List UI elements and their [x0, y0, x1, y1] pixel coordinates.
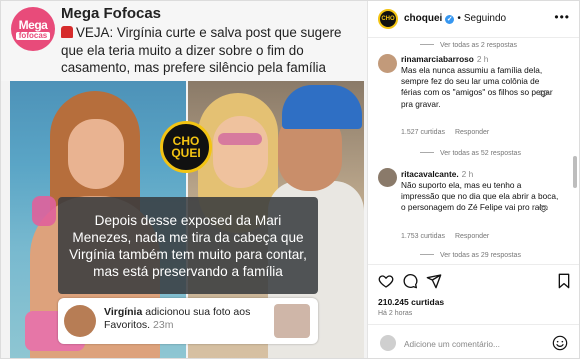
comment-text: Mas ela nunca assumiu a família dela, se…	[401, 65, 553, 109]
comment-avatar[interactable]	[378, 54, 397, 73]
notification-avatar	[64, 305, 96, 337]
view-replies-link[interactable]: Ver todas as 29 respostas	[420, 252, 521, 259]
account-avatar[interactable]: CHO	[378, 9, 398, 29]
add-comment-bar	[368, 324, 579, 358]
headline-text: VEJA: Virgínia curte e salva post que su…	[61, 25, 342, 76]
comment-text: Não suporto ela, mas eu tenho a impressã…	[401, 180, 559, 213]
separator-dot: •	[457, 13, 461, 24]
post-likes-count[interactable]: 210.245 curtidas	[378, 297, 444, 307]
photo-couple-woman-face	[213, 116, 268, 188]
comments-sidebar: CHO choquei ✓ • Seguindo ••• Ver todas as 2…	[367, 1, 579, 358]
comment-like-heart-icon[interactable]	[539, 204, 548, 213]
logo-line-2: fofocas	[15, 31, 51, 40]
view-replies-link[interactable]: Ver todas as 2 respostas	[420, 42, 517, 49]
instagram-post-window: Mega fofocas Mega Fofocas VEJA: Virgínia…	[0, 0, 580, 359]
bookmark-icon[interactable]	[556, 273, 572, 289]
comment-icon[interactable]	[402, 273, 418, 289]
choquei-watermark-logo: CHO QUEI	[160, 121, 212, 173]
account-avatar-label: CHO	[381, 16, 395, 22]
notification-user: Virgínia	[104, 306, 143, 318]
add-comment-input[interactable]	[404, 337, 544, 351]
comment-avatar[interactable]	[378, 168, 397, 187]
brand-name: Mega Fofocas	[61, 5, 162, 22]
comment-username[interactable]: rinamarciabarroso	[401, 54, 474, 64]
comment-header: ritacavalcante. 2 h	[401, 169, 473, 179]
heart-icon[interactable]	[378, 273, 394, 289]
comment-like-heart-icon[interactable]	[539, 89, 548, 98]
notification-thumbnail	[274, 304, 310, 338]
account-name-row: choquei ✓ • Seguindo	[404, 13, 506, 24]
comment-username[interactable]: ritacavalcante.	[401, 169, 459, 179]
view-replies-link[interactable]: Ver todas as 52 respostas	[420, 150, 521, 157]
watermark-line-2: QUEI	[171, 146, 201, 160]
overlay-caption: Depois desse exposed da Mari Menezes, na…	[58, 197, 318, 294]
comment-time: 2 h	[461, 169, 474, 179]
embedded-tweet-header: Mega fofocas Mega Fofocas VEJA: Virgínia…	[1, 1, 367, 81]
siren-icon	[61, 26, 73, 38]
comment-likes[interactable]: 1.753 curtidas	[401, 233, 445, 240]
post-actions: 210.245 curtidas Há 2 horas	[368, 264, 579, 324]
mega-fofocas-logo: Mega fofocas	[11, 7, 55, 51]
photo-bikini-top	[32, 196, 56, 226]
instagram-notification-card: Virgínia adicionou sua foto aos Favorito…	[58, 298, 318, 344]
overlay-caption-text: Depois desse exposed da Mari Menezes, na…	[69, 212, 307, 279]
emoji-icon[interactable]	[552, 335, 568, 351]
reply-button[interactable]: Responder	[455, 129, 489, 136]
post-headline: VEJA: Virgínia curte e salva post que su…	[61, 24, 361, 77]
share-icon[interactable]	[426, 273, 442, 289]
current-user-avatar	[380, 335, 396, 351]
verified-badge-icon: ✓	[445, 15, 455, 24]
more-options-icon[interactable]: •••	[554, 10, 570, 24]
post-media: Mega fofocas Mega Fofocas VEJA: Virgínia…	[1, 1, 367, 358]
photo-sunglasses	[218, 133, 262, 145]
notification-time: 23m	[153, 318, 174, 331]
account-name[interactable]: choquei	[404, 13, 442, 24]
comments-list: Ver todas as 2 respostas rinamarciabarro…	[368, 38, 579, 264]
comment-meta: 1.753 curtidas Responder	[401, 233, 499, 240]
post-time-ago: Há 2 horas	[378, 310, 413, 317]
photo-woman-face	[68, 119, 124, 189]
comments-scrollbar[interactable]	[573, 156, 577, 188]
photo-blue-cap	[282, 85, 362, 129]
comment-header: rinamarciabarroso 2 h	[401, 54, 488, 64]
notification-text: Virgínia adicionou sua foto aos Favorito…	[104, 306, 264, 331]
account-header: CHO choquei ✓ • Seguindo •••	[368, 1, 579, 38]
comment-meta: 1.527 curtidas Responder	[401, 129, 499, 136]
logo-line-1: Mega	[18, 17, 48, 32]
comment-likes[interactable]: 1.527 curtidas	[401, 129, 445, 136]
comment-time: 2 h	[476, 54, 489, 64]
follow-status-button[interactable]: Seguindo	[464, 13, 506, 24]
reply-button[interactable]: Responder	[455, 233, 489, 240]
